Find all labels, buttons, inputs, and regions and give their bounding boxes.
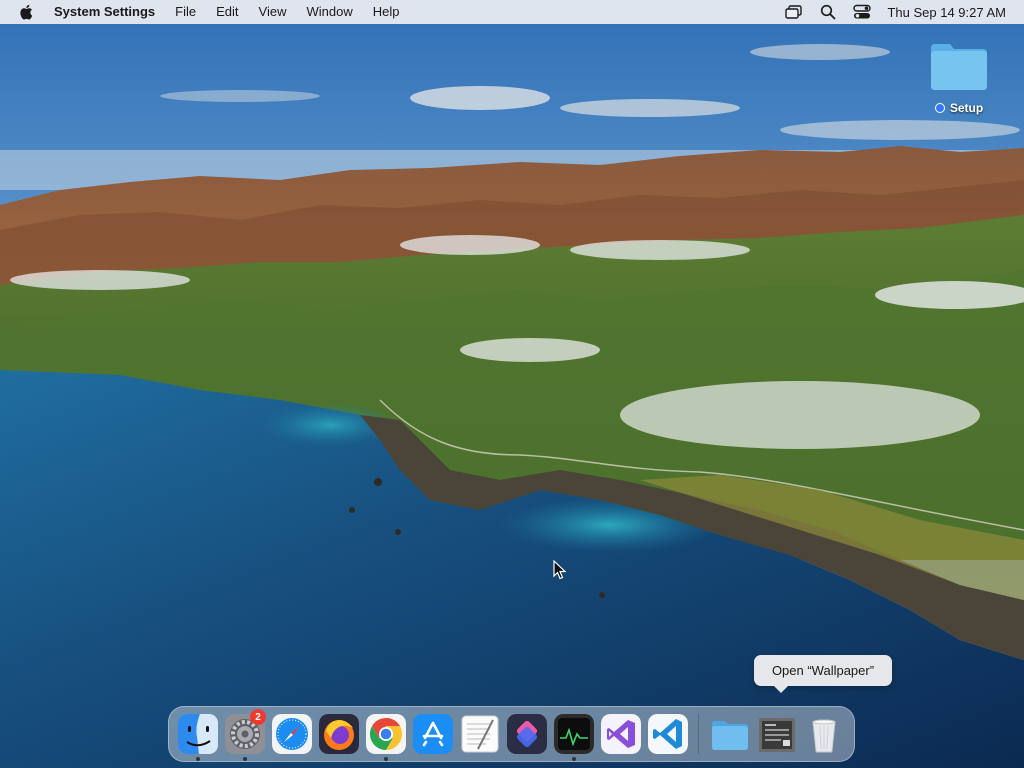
screen-mirroring-icon[interactable] (777, 0, 811, 24)
dock-item-activity-monitor[interactable] (550, 706, 597, 762)
apple-logo-icon[interactable] (17, 0, 35, 24)
desktop-item-label: Setup (949, 101, 984, 115)
dock-item-wallpaper-stack[interactable] (753, 706, 800, 762)
chrome-icon (365, 714, 406, 754)
dock-item-visual-studio[interactable] (597, 706, 644, 762)
control-center-icon[interactable] (845, 0, 879, 24)
dock-item-safari[interactable] (268, 706, 315, 762)
spotlight-search-icon[interactable] (811, 0, 845, 24)
desktop-folder-setup[interactable]: Setup (925, 40, 993, 118)
menu-help[interactable]: Help (363, 0, 410, 24)
dock-item-system-settings[interactable]: 2 (221, 706, 268, 762)
safari-icon (271, 714, 312, 754)
dock-item-firefox[interactable] (315, 706, 362, 762)
notification-badge: 2 (250, 709, 266, 725)
running-indicator (195, 757, 200, 761)
running-indicator (242, 757, 247, 761)
menu-window[interactable]: Window (296, 0, 362, 24)
vscode-icon (647, 714, 688, 754)
dock-item-finder[interactable] (174, 706, 221, 762)
color-tag-icon (934, 103, 945, 113)
dock: 2 (168, 706, 855, 762)
dock-tooltip: Open “Wallpaper” (754, 655, 892, 693)
visual-studio-icon (600, 714, 641, 754)
dock-item-shortcuts[interactable] (503, 706, 550, 762)
folder-stack-icon (710, 714, 750, 754)
menu-bar-clock[interactable]: Thu Sep 14 9:27 AM (887, 5, 1006, 20)
menu-app-name[interactable]: System Settings (52, 0, 165, 24)
dock-item-trash[interactable] (800, 706, 847, 762)
menu-bar: System Settings File Edit View Window He… (0, 0, 1024, 24)
dock-separator (698, 714, 699, 754)
desktop-wallpaper (0, 0, 1024, 768)
dock-item-chrome[interactable] (362, 706, 409, 762)
running-indicator (571, 757, 576, 761)
dock-item-vscode[interactable] (644, 706, 691, 762)
textedit-icon (460, 714, 500, 754)
menu-file[interactable]: File (165, 0, 206, 24)
dock-item-folder-stack[interactable] (706, 706, 753, 762)
wallpaper-stack-icon (757, 714, 797, 754)
menu-view[interactable]: View (249, 0, 297, 24)
menu-edit[interactable]: Edit (206, 0, 248, 24)
folder-icon (925, 40, 993, 97)
shortcuts-icon (506, 714, 547, 754)
dock-item-textedit[interactable] (456, 706, 503, 762)
trash-icon (804, 714, 844, 754)
finder-icon (177, 714, 218, 754)
firefox-icon (318, 714, 359, 754)
running-indicator (383, 757, 388, 761)
mouse-cursor-icon (553, 560, 567, 580)
activity-monitor-icon (553, 714, 594, 754)
dock-item-app-store[interactable] (409, 706, 456, 762)
app-store-icon (412, 714, 453, 754)
